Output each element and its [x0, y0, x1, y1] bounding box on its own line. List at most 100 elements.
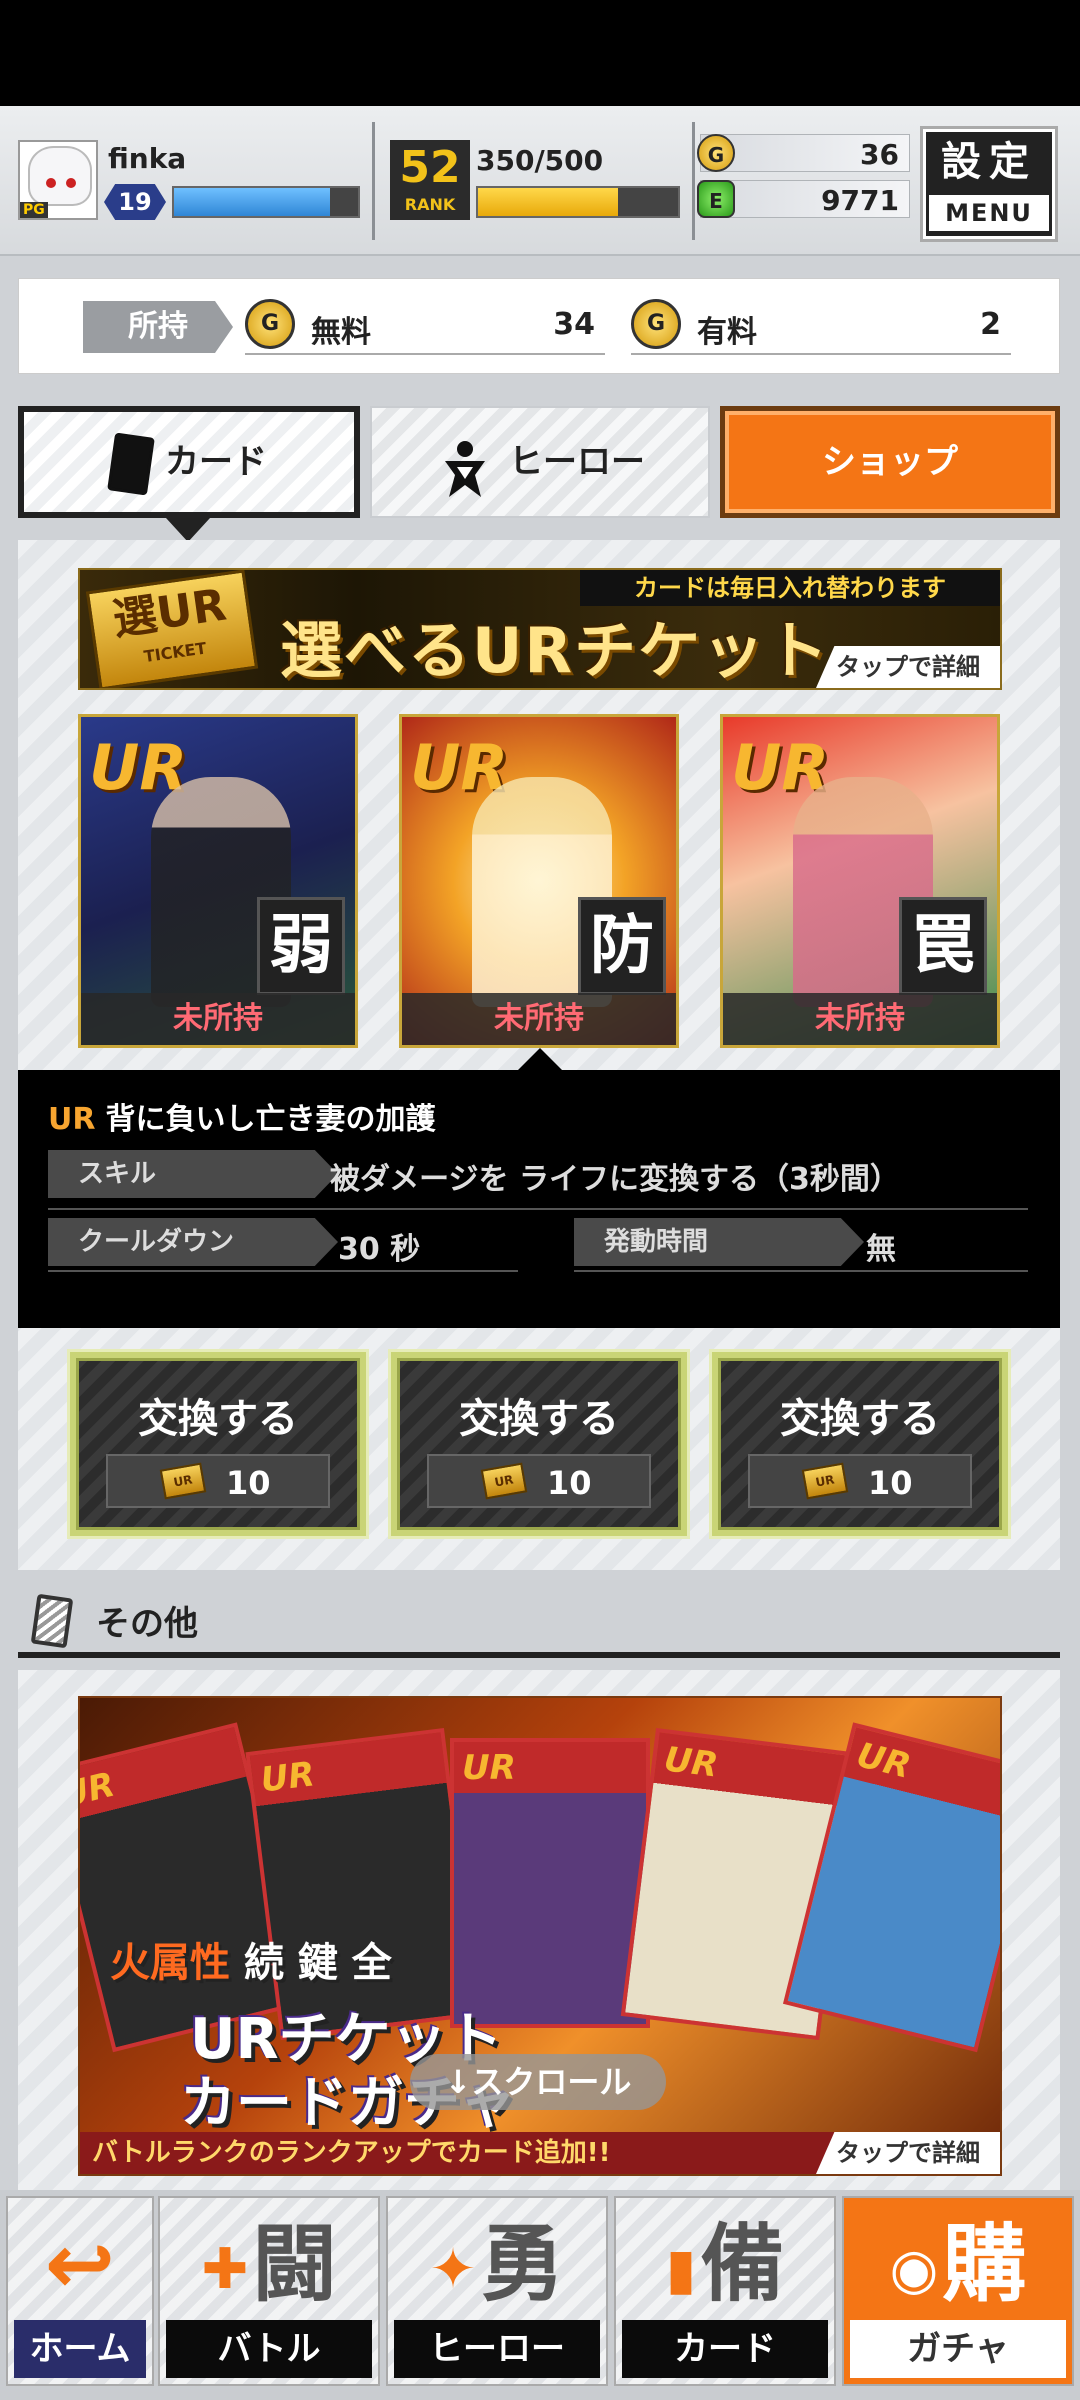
tab-shop[interactable]: ショップ	[720, 406, 1060, 518]
ticket-icon: UR	[159, 1462, 207, 1500]
card-type-kanji: 弱	[257, 897, 345, 995]
green-coin-value: 9771	[821, 184, 899, 217]
free-ticket-value: 34	[553, 307, 595, 342]
hero-kanji: 勇	[480, 2215, 565, 2313]
rank-number: 52	[399, 142, 461, 193]
gacha-kanji: 購	[942, 2215, 1027, 2313]
hero-icon	[435, 434, 495, 497]
card-stack-icon	[30, 1593, 74, 1649]
green-coin-row: E 9771	[697, 180, 910, 218]
gacha-card-art: UR	[450, 1738, 650, 2028]
avatar-eye	[46, 178, 56, 188]
exchange-label: 交換する	[138, 1396, 298, 1442]
nav-hero[interactable]: ✦勇 ヒーロー	[386, 2196, 608, 2386]
stamina-text: 350/500	[476, 144, 604, 177]
exchange-cost: UR 10	[106, 1454, 330, 1508]
divider	[692, 122, 695, 240]
card-status: 未所持	[723, 993, 997, 1045]
card-type-kanji: 罠	[899, 897, 987, 995]
card-deck-icon: ▮	[665, 2237, 697, 2303]
skill-rarity: UR	[48, 1102, 96, 1137]
card-kanji: 備	[700, 2215, 785, 2313]
fire-attribute: 火属性	[110, 1940, 230, 1986]
paid-ticket-value: 2	[980, 307, 1001, 342]
exchange-cost-value: 10	[226, 1464, 271, 1502]
settings-label: 設定	[941, 139, 1037, 185]
hero-silhouette-icon: ✦	[429, 2237, 477, 2303]
green-gem-icon: E	[697, 180, 735, 218]
exchange-button-1[interactable]: 交換する UR 10	[70, 1352, 366, 1536]
ticket-icon: UR	[480, 1462, 528, 1500]
gacha-detail-button[interactable]: タップで詳細	[816, 2132, 1000, 2174]
rank-badge: 52 RANK	[390, 140, 470, 220]
skill-title: UR 背に負いし亡き妻の加護	[48, 1094, 435, 1138]
tab-card-label: カード	[165, 442, 267, 482]
exchange-label: 交換する	[780, 1396, 940, 1442]
avatar-tag: PG	[20, 202, 48, 218]
nav-home[interactable]: ↩ ホーム	[6, 2196, 154, 2386]
free-ticket-label: 無料	[311, 315, 371, 350]
banner-title: 選べるURチケット	[280, 614, 831, 687]
card-tile-1[interactable]: UR 弱 未所持	[78, 714, 358, 1048]
card-nav-icon: ▮備	[616, 2204, 834, 2330]
level-badge: 19	[104, 184, 166, 220]
paid-ticket: G 有料 2	[631, 295, 1011, 355]
gacha-title-line1-rest: 続 鍵 全	[243, 1940, 392, 1986]
card-status: 未所持	[81, 993, 355, 1045]
exchange-label: 交換する	[459, 1396, 619, 1442]
avatar-eye	[66, 178, 76, 188]
nav-card-label: カード	[622, 2320, 828, 2378]
banner-detail-button[interactable]: タップで詳細	[816, 646, 1000, 688]
hero-nav-icon: ✦勇	[388, 2204, 606, 2330]
skill-value: 被ダメージを ライフに変換する（3秒間）	[330, 1162, 900, 1197]
top-bar: PG finka 19 52 RANK 350/500 G 36 E 9771 …	[0, 106, 1080, 256]
nav-hero-label: ヒーロー	[394, 2320, 600, 2378]
skill-info-box: UR 背に負いし亡き妻の加護 スキル 被ダメージを ライフに変換する（3秒間） ク…	[18, 1070, 1060, 1328]
card-tile-3[interactable]: UR 罠 未所持	[720, 714, 1000, 1048]
ticket-wallet: 所持 G 無料 34 G 有料 2	[18, 278, 1060, 374]
gacha-card-rarity: UR	[852, 1735, 915, 1787]
section-divider	[18, 1652, 1060, 1658]
gold-coin-value: 36	[860, 138, 899, 171]
ticket-icon: UR	[801, 1462, 849, 1500]
battle-kanji: 闘	[252, 2215, 337, 2313]
avatar-hair	[28, 146, 92, 206]
rank-label: RANK	[404, 195, 456, 214]
exchange-cost: UR 10	[748, 1454, 972, 1508]
exchange-button-2[interactable]: 交換する UR 10	[391, 1352, 687, 1536]
nav-battle[interactable]: ✚闘 バトル	[158, 2196, 380, 2386]
cooldown-label: クールダウン	[48, 1218, 338, 1266]
tab-shop-label: ショップ	[822, 442, 958, 482]
free-ticket: G 無料 34	[245, 295, 605, 355]
gold-coin-row: G 36	[697, 134, 910, 172]
ur-ticket-icon: 選UR TICKET	[85, 570, 259, 688]
skill-label: スキル	[48, 1150, 338, 1198]
gacha-card-rarity: UR	[462, 1748, 516, 1788]
nav-card[interactable]: ▮備 カード	[614, 2196, 836, 2386]
scroll-hint: ↓スクロール	[410, 2054, 666, 2110]
settings-menu-button[interactable]: 設定 MENU	[920, 126, 1058, 242]
selected-card-pointer	[518, 1048, 562, 1070]
nav-gacha-label: ガチャ	[850, 2320, 1066, 2378]
nav-home-label: ホーム	[14, 2320, 146, 2378]
gold-coin-icon: G	[697, 134, 735, 172]
card-type-kanji: 防	[578, 897, 666, 995]
nav-battle-label: バトル	[166, 2320, 372, 2378]
divider	[48, 1208, 1028, 1210]
divider	[48, 1270, 518, 1272]
avatar[interactable]: PG	[18, 140, 98, 220]
tab-card[interactable]: カード	[18, 406, 360, 518]
card-tile-2[interactable]: UR 防 未所持	[399, 714, 679, 1048]
card-status: 未所持	[402, 993, 676, 1045]
gacha-card-rarity: UR	[661, 1739, 721, 1786]
exchange-button-3[interactable]: 交換する UR 10	[712, 1352, 1008, 1536]
section-title-other: その他	[96, 1604, 198, 1644]
player-name: finka	[108, 142, 187, 175]
active-tab-pointer	[166, 518, 210, 542]
xp-fill	[174, 188, 331, 216]
skill-name: 背に負いし亡き妻の加護	[105, 1102, 436, 1137]
ur-ticket-banner[interactable]: 選UR TICKET カードは毎日入れ替わります 選べるURチケット タップで詳…	[78, 568, 1002, 690]
owned-tag: 所持	[83, 301, 233, 353]
nav-gacha[interactable]: ◉購 ガチャ	[842, 2196, 1074, 2386]
tab-hero[interactable]: ヒーロー	[370, 406, 710, 518]
